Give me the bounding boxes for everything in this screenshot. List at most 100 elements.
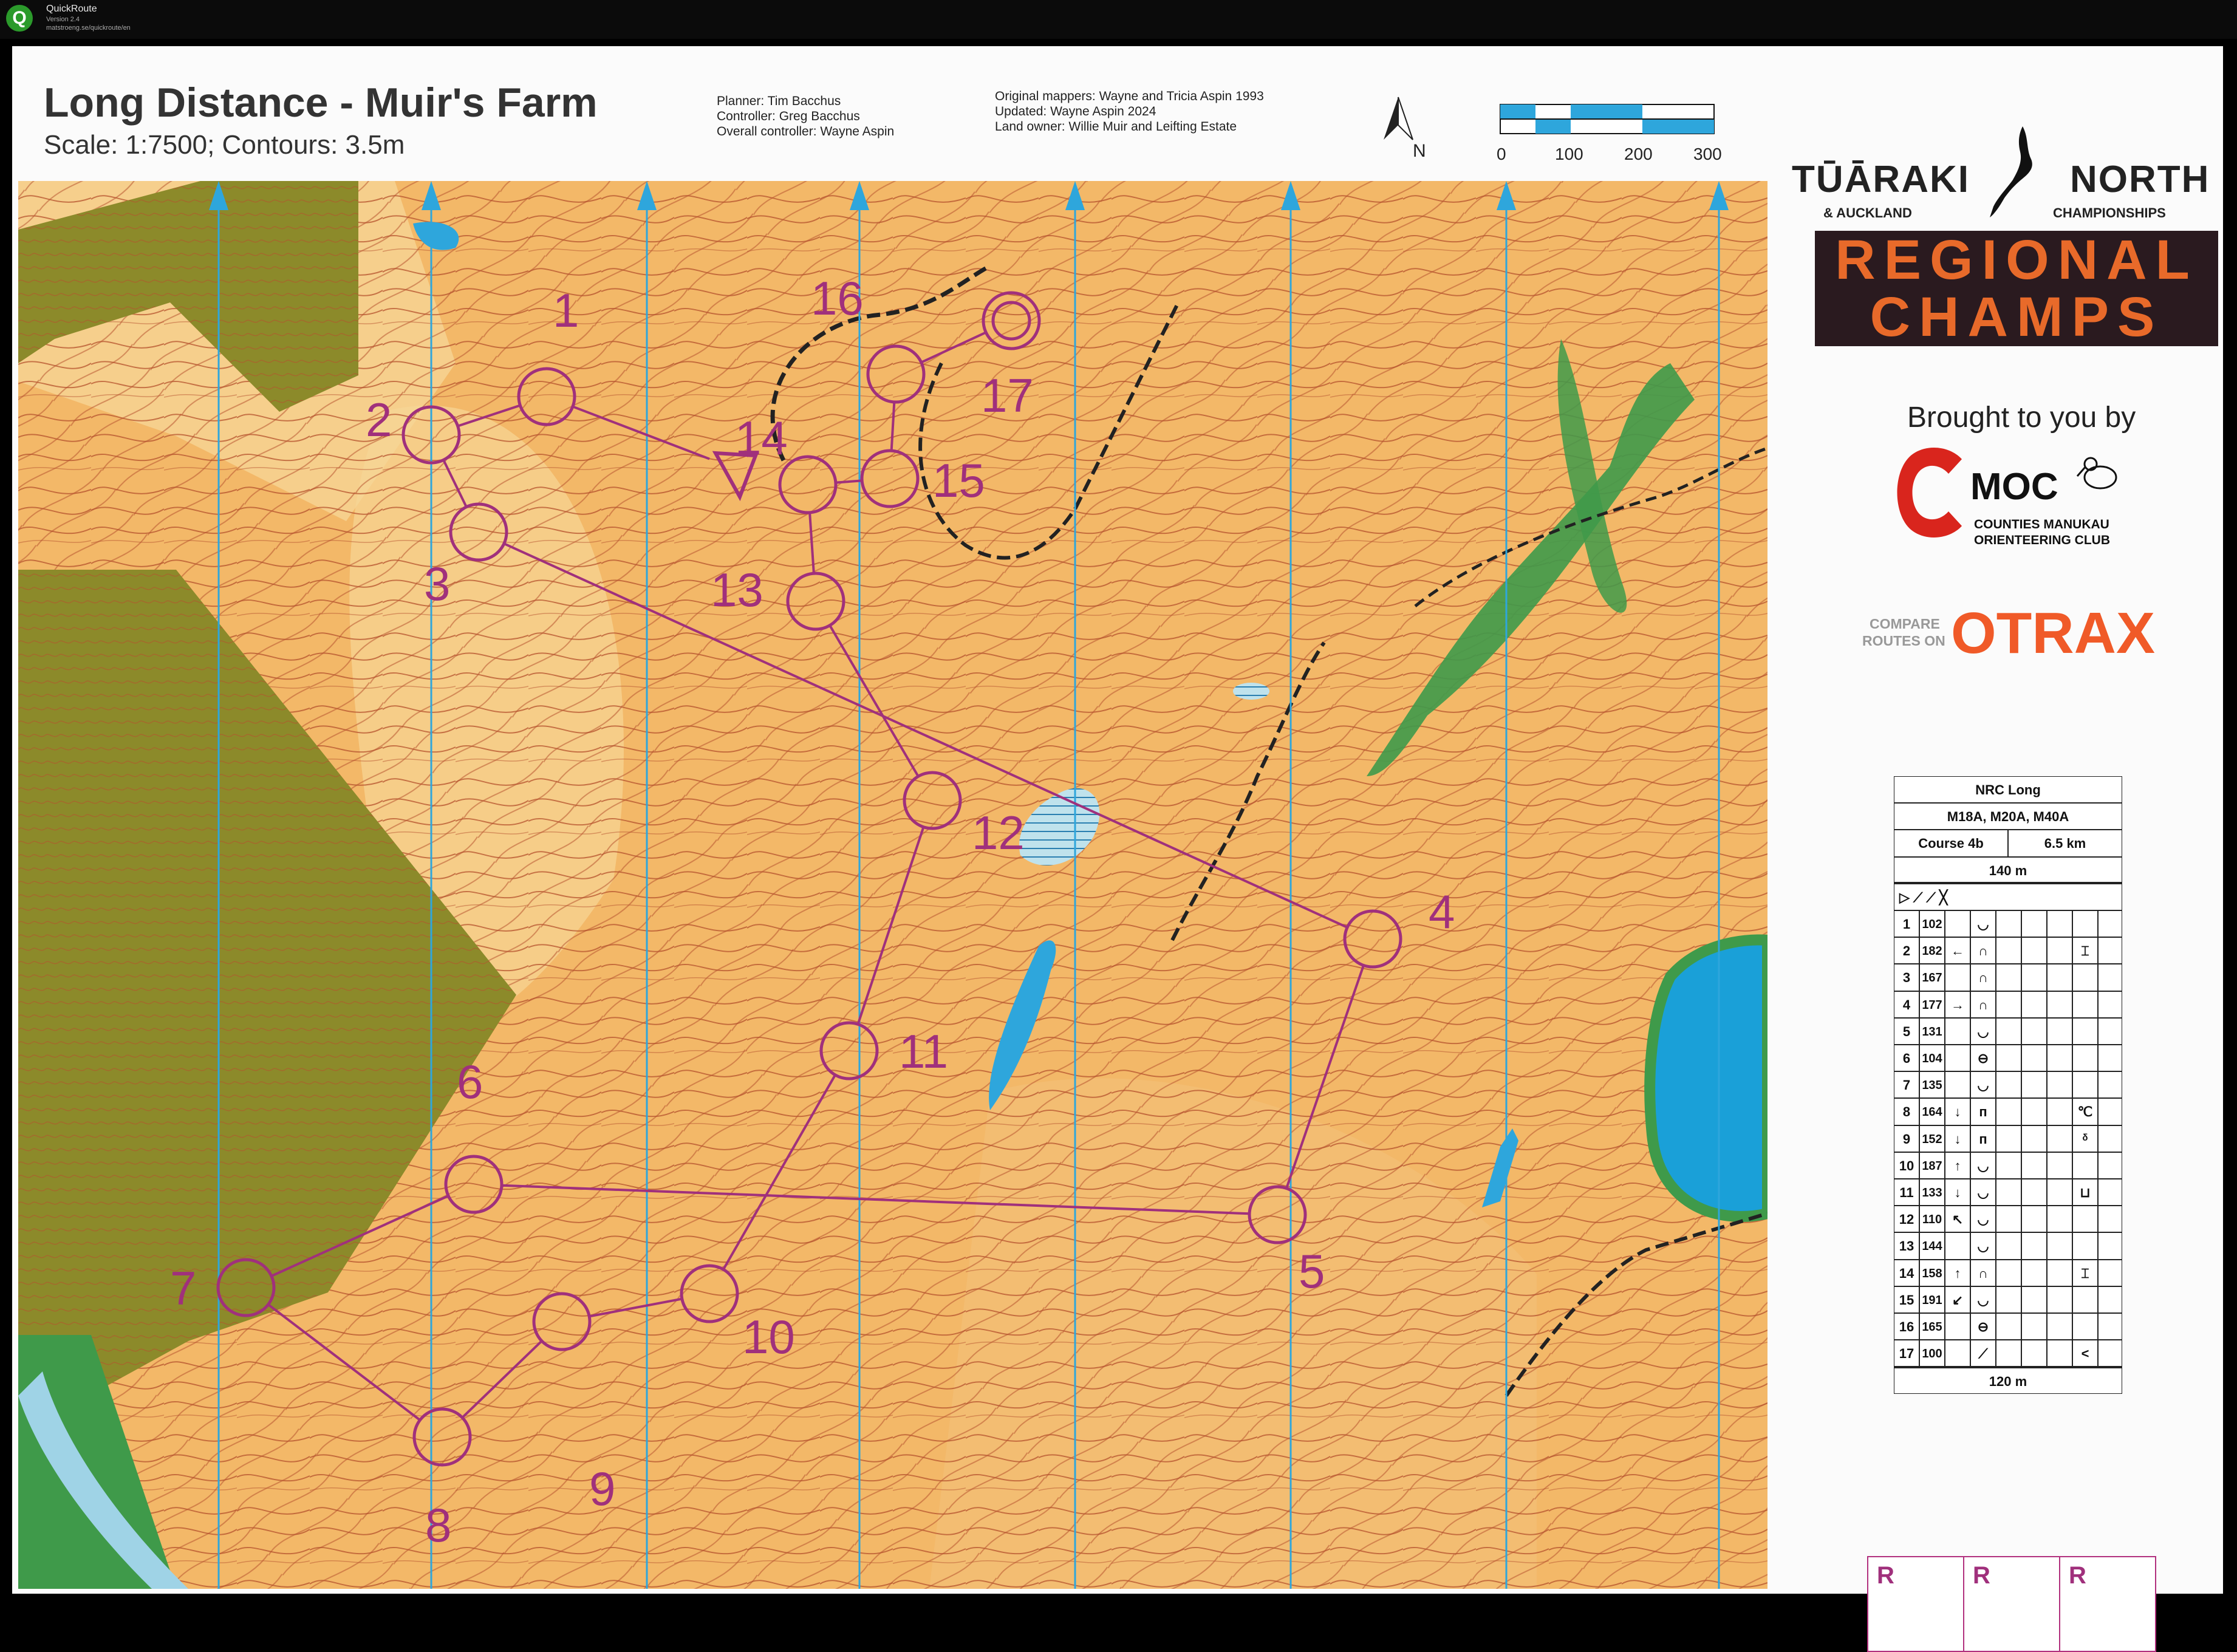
control-number-4: 4 [1429,885,1455,938]
control-number-13: 13 [711,563,763,616]
cd-row-9-col-6 [2047,1125,2072,1152]
cd-row-10-col-3: ◡ [1970,1152,1996,1179]
cd-row-5-col-6 [2047,1017,2072,1045]
cd-row-17-col-2 [1945,1340,1970,1367]
cd-row-1-col-0: 1 [1894,910,1919,938]
cd-row-14-col-0: 14 [1894,1259,1919,1286]
cd-row-12-col-0: 12 [1894,1206,1919,1233]
cd-row-3-col-6 [2047,964,2072,991]
cd-row-9-col-0: 9 [1894,1125,1919,1152]
control-number-15: 15 [932,454,985,507]
cd-row-16-col-6 [2047,1313,2072,1340]
control-number-8: 8 [425,1498,451,1552]
new-zealand-icon [1990,126,2032,217]
cd-row-6-col-0: 6 [1894,1045,1919,1072]
cd-row-9-col-2: ↓ [1945,1125,1970,1152]
cd-row-5-col-7 [2072,1017,2098,1045]
cd-row-7-col-6 [2047,1071,2072,1099]
control-number-12: 12 [972,806,1025,859]
app-url: matstroeng.se/quickroute/en [46,24,131,32]
cd-row-1-col-2 [1945,910,1970,938]
cd-length: 6.5 km [2008,830,2122,857]
cd-row-17-col-8 [2098,1340,2122,1367]
control-number-11: 11 [899,1025,948,1078]
control-number-10: 10 [742,1310,795,1364]
cd-row-12-col-2: ↖ [1945,1206,1970,1233]
kiwi-icon [2076,457,2117,490]
cd-row-12-col-8 [2098,1206,2122,1233]
reserve-box-1: R [1867,1556,1964,1652]
cd-row-3-col-5 [2021,964,2047,991]
orienteering-map[interactable]: 1 2 3 4 5 6 7 8 9 10 11 12 13 14 15 16 17 [18,181,1767,1589]
cd-row-17-col-1: 100 [1919,1340,1945,1367]
cd-row-7-col-8 [2098,1071,2122,1099]
cd-row-8-col-8 [2098,1098,2122,1125]
cd-row-12-col-1: 110 [1919,1206,1945,1233]
map-canvas: 1234567891011121314151617 [18,181,1767,1589]
cd-row-3-col-0: 3 [1894,964,1919,991]
cd-row-5-col-2 [1945,1017,1970,1045]
cd-row-3-col-1: 167 [1919,964,1945,991]
cd-course: Course 4b [1894,830,2008,857]
club-name-2: ORIENTEERING CLUB [1974,533,2111,547]
north-arrow-icon [1384,97,1413,140]
cd-row-17-col-4 [1996,1340,2021,1367]
cd-row-14-col-5 [2021,1259,2047,1286]
cd-row-6-col-6 [2047,1045,2072,1072]
cd-row-5-col-0: 5 [1894,1017,1919,1045]
cd-row-15-col-0: 15 [1894,1286,1919,1313]
cd-row-1-col-1: 102 [1919,910,1945,938]
cd-row-14-col-7: ⌶ [2072,1259,2098,1286]
cd-row-6-col-4 [1996,1045,2021,1072]
control-number-3: 3 [424,557,450,610]
cd-row-1-col-6 [2047,910,2072,938]
cd-row-1-col-3: ◡ [1970,910,1996,938]
cd-row-11-col-6 [2047,1179,2072,1206]
cd-row-11-col-7: ⊔ [2072,1179,2098,1206]
cd-row-6-col-5 [2021,1045,2047,1072]
sponsor-heading: Brought to you by [1907,401,2136,434]
cd-row-1-col-5 [2021,910,2047,938]
cd-row-2-col-4 [1996,937,2021,964]
cd-row-11-col-1: 133 [1919,1179,1945,1206]
map-sheet: Long Distance - Muir's Farm Scale: 1:750… [12,46,2223,1652]
cd-row-9-col-4 [1996,1125,2021,1152]
cd-row-13-col-7 [2072,1232,2098,1260]
cd-row-14-col-1: 158 [1919,1259,1945,1286]
cd-row-15-col-8 [2098,1286,2122,1313]
cd-row-15-col-2: ↙ [1945,1286,1970,1313]
north-label: N [1413,141,1426,161]
cd-row-1-col-4 [1996,910,2021,938]
cd-row-5-col-5 [2021,1017,2047,1045]
cd-symbol-header: ▷ ⟋ ⟋ ╳ [1894,883,2122,910]
cd-row-8-col-4 [1996,1098,2021,1125]
control-number-2: 2 [366,393,392,446]
cd-row-17-col-6 [2047,1340,2072,1367]
cd-row-8-col-3: ᴨ [1970,1098,1996,1125]
cd-row-2-col-1: 182 [1919,937,1945,964]
scale-label-100: 100 [1555,145,1583,163]
cd-row-16-col-7 [2072,1313,2098,1340]
control-number-14: 14 [735,411,788,465]
cd-row-13-col-8 [2098,1232,2122,1260]
cd-row-9-col-7: ᵟ [2072,1125,2098,1152]
cd-row-16-col-8 [2098,1313,2122,1340]
event-sub-left: & AUCKLAND [1823,205,1912,220]
app-version: Version 2.4 [46,16,80,23]
cd-row-8-col-7: ℃ [2072,1098,2098,1125]
cd-row-14-col-4 [1996,1259,2021,1286]
cd-row-6-col-1: 104 [1919,1045,1945,1072]
cd-row-2-col-5 [2021,937,2047,964]
cd-row-15-col-6 [2047,1286,2072,1313]
cd-row-5-col-8 [2098,1017,2122,1045]
cd-row-13-col-4 [1996,1232,2021,1260]
cd-row-4-col-1: 177 [1919,991,1945,1018]
cd-row-12-col-6 [2047,1206,2072,1233]
control-number-9: 9 [589,1462,615,1515]
cd-row-11-col-0: 11 [1894,1179,1919,1206]
map-title: Long Distance - Muir's Farm [44,80,598,126]
control-number-16: 16 [811,271,864,325]
cd-row-4-col-8 [2098,991,2122,1018]
event-name-right: NORTH [2070,159,2210,200]
scale-bar [1500,104,1715,134]
